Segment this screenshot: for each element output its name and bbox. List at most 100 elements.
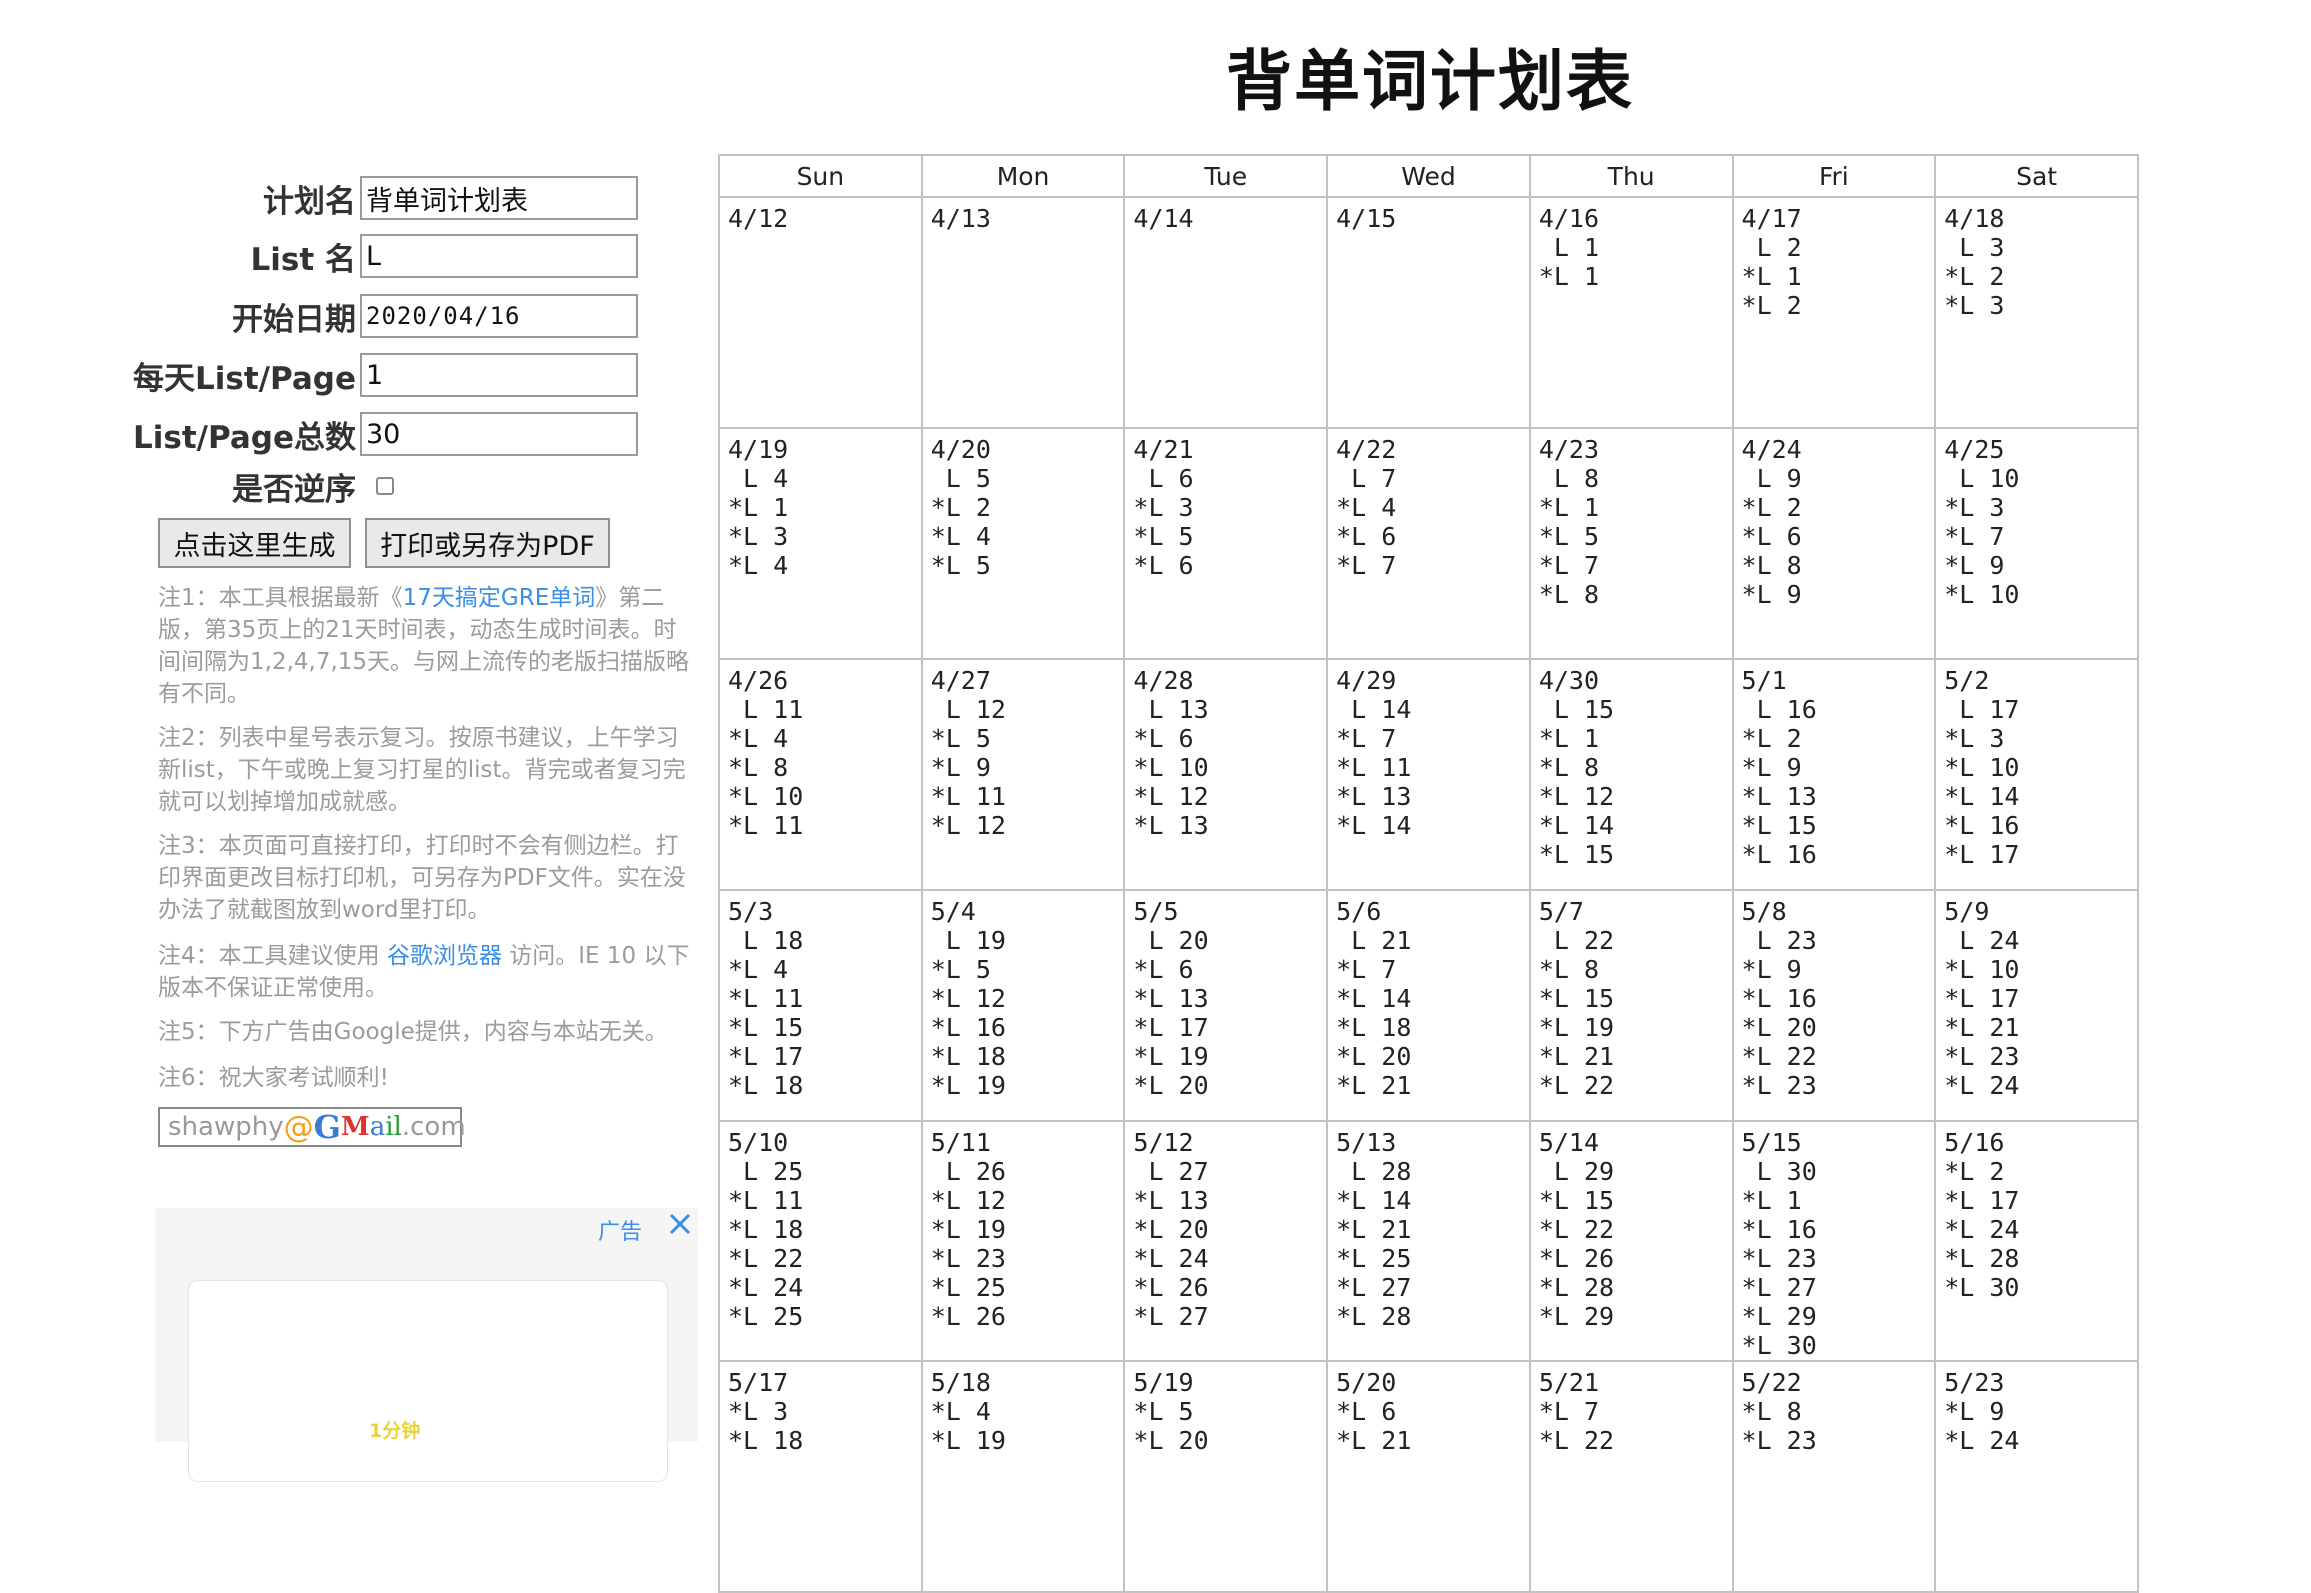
calendar-date: 5/12 [1133, 1128, 1194, 1157]
review-list-item: *L 7 [1336, 724, 1397, 753]
calendar-day-cell: 4/20 L 5 *L 2 *L 4 *L 5 [920, 427, 1126, 660]
calendar-date: 4/20 [930, 435, 991, 464]
new-list-item: L 25 [728, 1157, 804, 1186]
review-list-item: *L 13 [1741, 782, 1817, 811]
review-list-item: *L 30 [1944, 1273, 2020, 1302]
review-list-item: *L 15 [1538, 1186, 1615, 1215]
weekday-header: Wed [1326, 154, 1531, 198]
review-list-item: *L 13 [1336, 782, 1412, 811]
review-list-item: *L 29 [1741, 1302, 1817, 1331]
calendar-date: 5/23 [1944, 1368, 2005, 1397]
review-list-item: *L 22 [1538, 1215, 1615, 1244]
list-name-row: List 名 [0, 232, 638, 280]
review-list-item: *L 10 [1944, 955, 2020, 984]
review-list-item: *L 4 [728, 551, 789, 580]
generate-button[interactable]: 点击这里生成 [158, 518, 351, 568]
calendar-day-content: 5/2 L 17 *L 3 *L 10 *L 14 *L 16 *L 17 [1936, 660, 2137, 869]
review-list-item: *L 21 [1336, 1071, 1412, 1100]
calendar-week-row: 4/19 L 4 *L 1 *L 3 *L 4 4/20 L 5 *L 2 *L 4 *L 5… [718, 427, 2139, 660]
review-list-item: *L 21 [1944, 1013, 2020, 1042]
new-list-item: L 11 [728, 695, 804, 724]
review-list-item: *L 3 [1133, 493, 1194, 522]
calendar-day-cell: 5/2 L 17 *L 3 *L 10 *L 14 *L 16 *L 17 [1934, 658, 2139, 891]
review-list-item: *L 8 [1538, 753, 1600, 782]
review-list-item: *L 27 [1336, 1273, 1412, 1302]
per-day-row: 每天List/Page [0, 351, 638, 399]
review-list-item: *L 25 [1336, 1244, 1412, 1273]
calendar-date: 4/24 [1741, 435, 1802, 464]
calendar-day-cell: 4/18 L 3 *L 2 *L 3 [1934, 196, 2139, 429]
calendar-day-content: 5/19 *L 5 *L 20 [1125, 1362, 1326, 1455]
weekday-header: Thu [1528, 154, 1734, 198]
calendar-day-content: 4/19 L 4 *L 1 *L 3 *L 4 [720, 429, 921, 580]
calendar-day-cell: 4/29 L 14 *L 7 *L 11 *L 13 *L 14 [1326, 658, 1531, 891]
calendar-date: 5/2 [1944, 666, 1990, 695]
calendar-date: 4/16 [1538, 204, 1600, 233]
close-icon[interactable] [666, 1208, 694, 1238]
plan-name-input[interactable] [360, 176, 638, 220]
print-button[interactable]: 打印或另存为PDF [365, 518, 610, 568]
calendar-day-cell: 5/19 *L 5 *L 20 [1123, 1360, 1329, 1593]
start-date-label: 开始日期 [232, 301, 356, 338]
gmail-logo-m: M [340, 1112, 370, 1142]
calendar-date: 5/13 [1336, 1128, 1397, 1157]
calendar-week-row: 5/17 *L 3 *L 18 5/18 *L 4 *L 19 5/19 *L 5 *L 20 5… [718, 1360, 2139, 1593]
ad-box[interactable]: 广告 1分钟 [155, 1208, 698, 1482]
calendar-day-cell: 4/14 [1123, 196, 1329, 429]
review-list-item: *L 16 [1944, 811, 2020, 840]
email-domain: .com [401, 1112, 466, 1142]
calendar-body: 4/12 4/13 4/14 4/15 4/16 L 1 *L 1 4/17 L 2 *L 1… [718, 196, 2139, 1593]
calendar-date: 4/28 [1133, 666, 1194, 695]
review-list-item: *L 20 [1133, 1426, 1209, 1455]
total-input[interactable] [360, 412, 638, 456]
calendar-date: 5/5 [1133, 897, 1179, 926]
review-list-item: *L 4 [930, 1397, 991, 1426]
start-date-input[interactable] [360, 294, 638, 338]
review-list-item: *L 20 [1336, 1042, 1412, 1071]
ad-label[interactable]: 广告 [598, 1214, 642, 1246]
calendar-day-content: 4/25 L 10 *L 3 *L 7 *L 9 *L 10 [1936, 429, 2137, 609]
calendar-day-content: 4/12 [720, 198, 921, 233]
chrome-link[interactable]: 谷歌浏览器 [387, 943, 502, 969]
per-day-label: 每天List/Page [133, 360, 356, 397]
review-list-item: *L 1 [1741, 262, 1802, 291]
gre-book-link[interactable]: 17天搞定GRE单词 [403, 585, 596, 611]
calendar-day-content: 5/13 L 28 *L 14 *L 21 *L 25 *L 27 *L 28 [1328, 1122, 1529, 1331]
review-list-item: *L 5 [1538, 522, 1600, 551]
note-4-text-a: 注4：本工具建议使用 [158, 943, 387, 969]
weekday-header: Tue [1123, 154, 1329, 198]
review-list-item: *L 18 [728, 1071, 804, 1100]
review-list-item: *L 26 [1133, 1273, 1209, 1302]
review-list-item: *L 3 [728, 522, 789, 551]
review-list-item: *L 7 [1538, 1397, 1600, 1426]
weekday-header-row: Sun Mon Tue Wed Thu Fri Sat [718, 154, 2139, 198]
review-list-item: *L 8 [1741, 551, 1802, 580]
calendar-day-cell: 5/3 L 18 *L 4 *L 11 *L 15 *L 17 *L 18 [718, 889, 923, 1122]
new-list-item: L 4 [728, 464, 789, 493]
new-list-item: L 21 [1336, 926, 1412, 955]
note-5: 注5：下方广告由Google提供，内容与本站无关。 [158, 1019, 668, 1045]
review-list-item: *L 17 [728, 1042, 804, 1071]
calendar-day-content: 4/16 L 1 *L 1 [1531, 198, 1732, 291]
review-list-item: *L 5 [930, 955, 991, 984]
calendar-day-content: 4/26 L 11 *L 4 *L 8 *L 10 *L 11 [720, 660, 921, 840]
reverse-checkbox[interactable] [376, 477, 394, 495]
review-list-item: *L 13 [1133, 811, 1209, 840]
calendar-date: 4/23 [1538, 435, 1600, 464]
ad-card[interactable] [188, 1280, 668, 1482]
review-list-item: *L 14 [1336, 984, 1412, 1013]
review-list-item: *L 11 [930, 782, 1006, 811]
calendar-week-row: 4/12 4/13 4/14 4/15 4/16 L 1 *L 1 4/17 L 2 *L 1… [718, 196, 2139, 429]
calendar-day-content: 5/20 *L 6 *L 21 [1328, 1362, 1529, 1455]
new-list-item: L 2 [1741, 233, 1802, 262]
list-name-input[interactable] [360, 234, 638, 278]
review-list-item: *L 12 [1538, 782, 1615, 811]
total-row: List/Page总数 [0, 410, 638, 458]
calendar-day-content: 5/7 L 22 *L 8 *L 15 *L 19 *L 21 *L 22 [1531, 891, 1732, 1100]
ad-text[interactable]: 1分钟 [369, 1416, 420, 1443]
calendar-date: 4/29 [1336, 666, 1397, 695]
new-list-item: L 27 [1133, 1157, 1209, 1186]
review-list-item: *L 4 [1336, 493, 1397, 522]
calendar-day-content: 4/13 [923, 198, 1124, 233]
per-day-input[interactable] [360, 353, 638, 397]
